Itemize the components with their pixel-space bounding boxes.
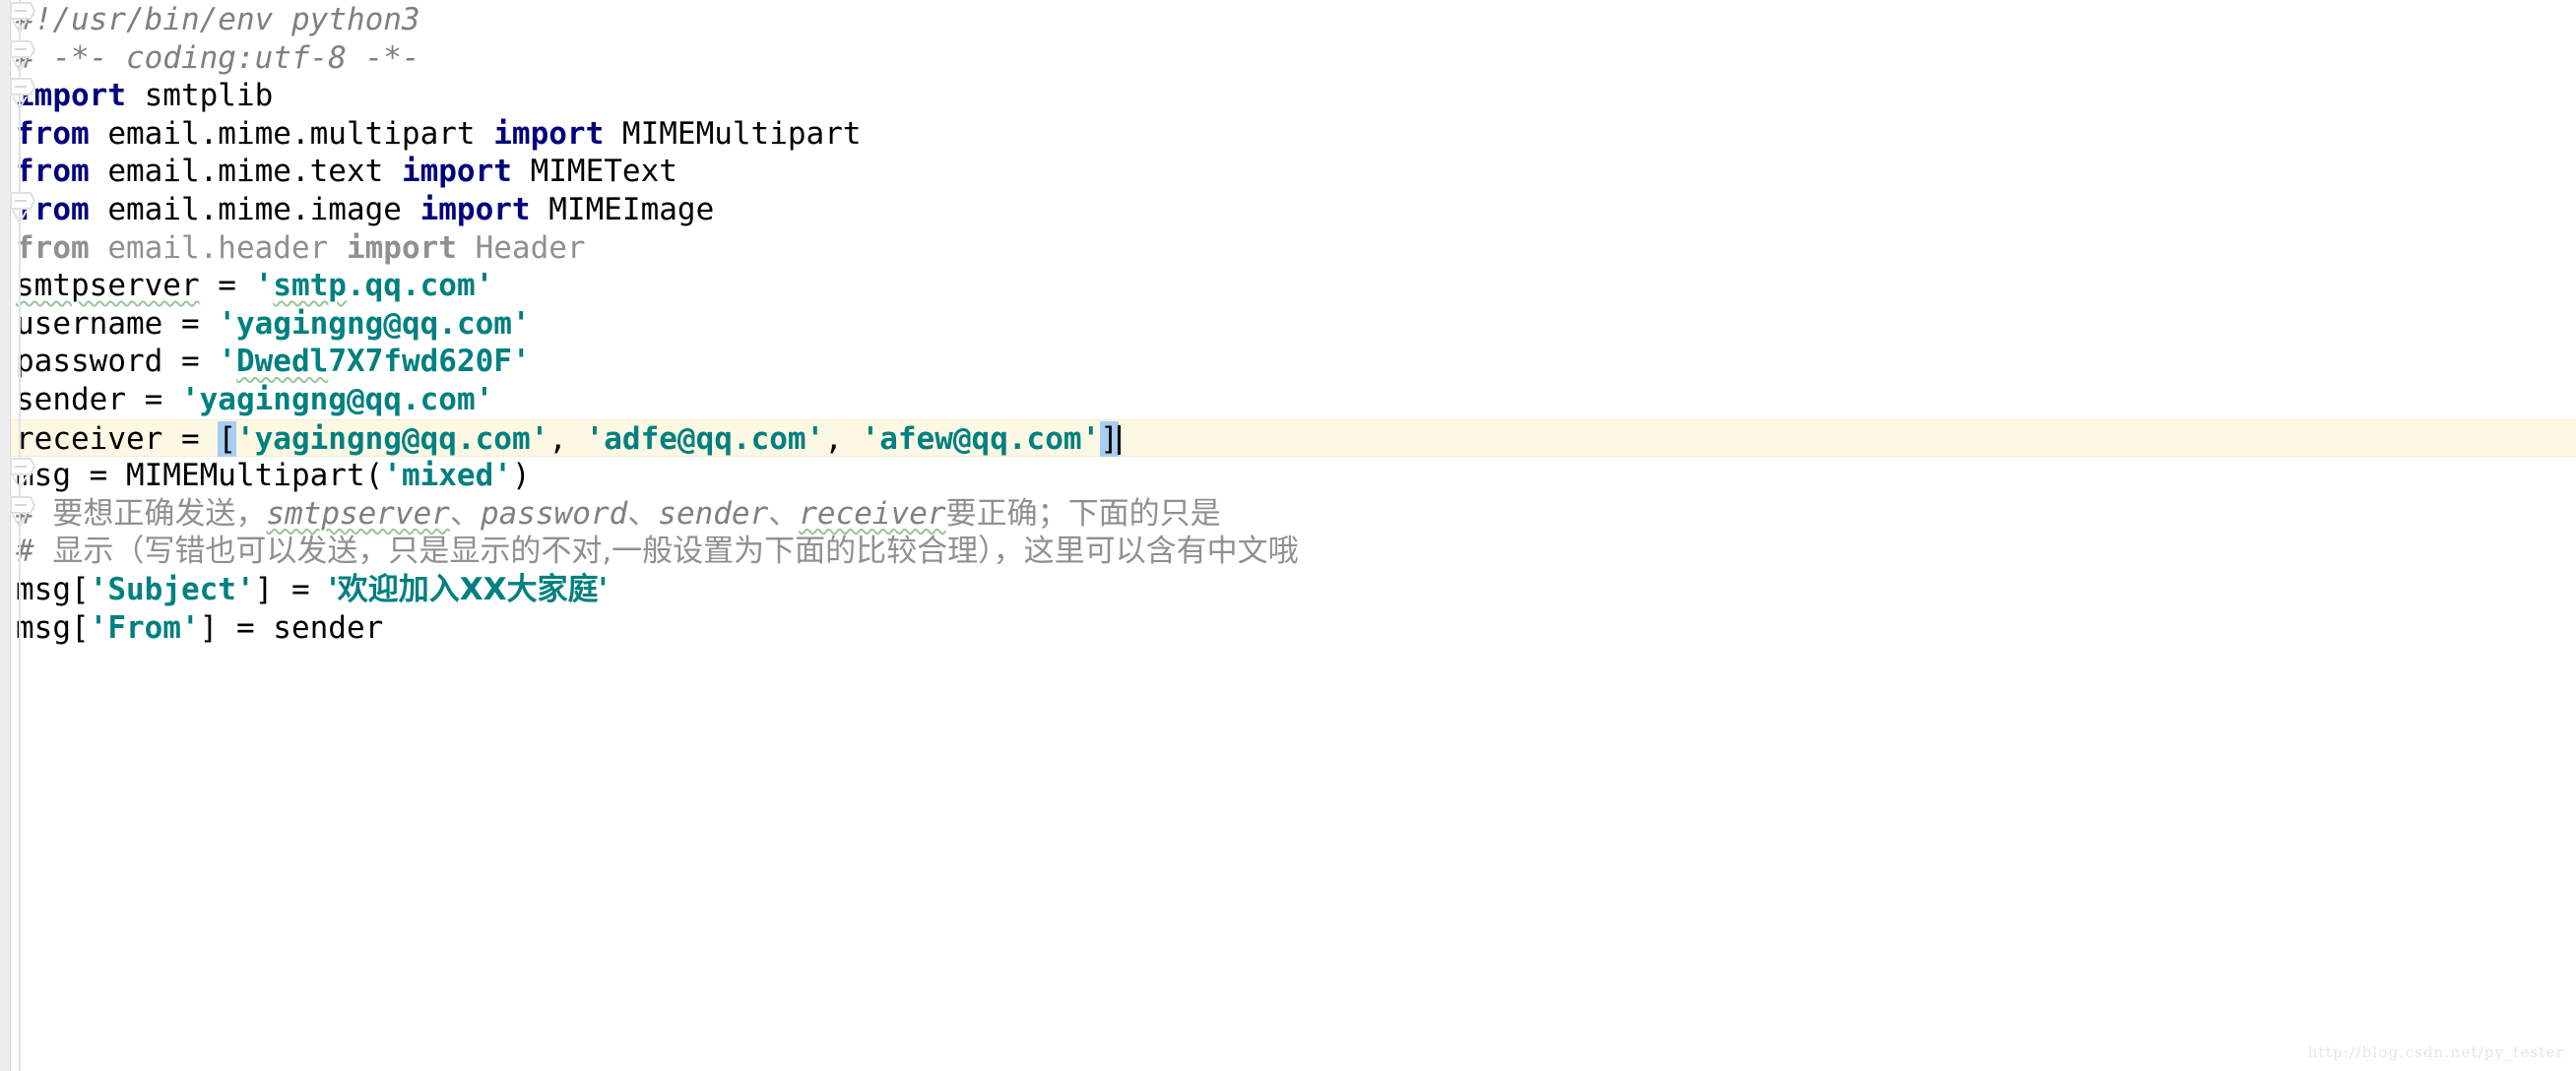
- code-token: password: [480, 495, 628, 532]
- bracket-match-highlight: [: [218, 420, 236, 457]
- code-token: receiver: [799, 495, 946, 532]
- code-token: 7X7fwd620F': [328, 344, 531, 380]
- code-token: 、: [627, 495, 659, 532]
- editor-gutter[interactable]: [0, 0, 11, 1071]
- code-token: 'From': [89, 609, 200, 646]
- code-token: #!/usr/bin/env python3: [16, 2, 420, 37]
- code-line[interactable]: from email.mime.multipart import MIMEMul…: [11, 115, 2576, 154]
- fold-marker-expanded[interactable]: [10, 455, 35, 492]
- code-token: msg = MIMEMultipart(: [16, 458, 384, 494]
- code-token: email.mime.text: [89, 154, 402, 190]
- code-token: from: [16, 154, 90, 190]
- code-token: sender: [658, 495, 769, 532]
- text-caret: [1117, 424, 1121, 455]
- fold-marker-expanded[interactable]: [10, 493, 35, 531]
- code-token: ': [218, 344, 236, 380]
- code-line[interactable]: msg['From'] = sender: [11, 609, 2576, 648]
- code-token: import: [493, 115, 605, 152]
- code-token: 要正确；下面的只是: [945, 495, 1221, 532]
- fold-marker-expanded[interactable]: [10, 189, 35, 226]
- code-token: 'mixed': [383, 458, 512, 494]
- code-token: smtpserver: [266, 495, 450, 532]
- code-line[interactable]: username = 'yagingng@qq.com': [11, 305, 2576, 344]
- code-token: 、: [768, 495, 800, 532]
- code-token: #: [16, 534, 53, 570]
- code-token: receiver =: [16, 420, 219, 457]
- fold-marker-expanded[interactable]: [10, 75, 35, 112]
- code-token: 要想正确发送，: [52, 495, 267, 532]
- code-line-current[interactable]: receiver = ['yagingng@qq.com', 'adfe@qq.…: [11, 418, 2576, 458]
- code-token: msg[: [16, 571, 90, 607]
- code-token: ): [511, 458, 531, 494]
- code-token: '欢迎加入XX大家庭': [328, 571, 609, 607]
- code-token: smtpserver: [16, 268, 200, 304]
- code-token: email.mime.image: [89, 191, 420, 227]
- code-line[interactable]: sender = 'yagingng@qq.com': [11, 381, 2576, 419]
- code-token: 显示（写错也可以发送，只是显示的不对,一般设置为下面的比较合理），这里可以含有中…: [52, 534, 1299, 570]
- code-token: sender =: [16, 381, 181, 417]
- code-line[interactable]: from email.mime.image import MIMEImage: [11, 191, 2576, 229]
- code-token: from: [16, 229, 90, 266]
- code-token: 'yagingng@qq.com': [218, 305, 531, 342]
- code-token: MIMEMultipart: [604, 115, 862, 152]
- code-token: ] = sender: [199, 609, 384, 646]
- code-token: 'adfe@qq.com': [585, 420, 825, 457]
- code-line[interactable]: password = 'Dwedl7X7fwd620F': [11, 343, 2576, 381]
- code-line[interactable]: from email.header import Header: [11, 229, 2576, 268]
- code-token: ,: [824, 420, 862, 457]
- code-token: Header: [456, 229, 586, 266]
- code-surface[interactable]: #!/usr/bin/env python3 # -*- coding:utf-8…: [11, 0, 2576, 1071]
- code-line[interactable]: msg = MIMEMultipart('mixed'): [11, 457, 2576, 495]
- code-line[interactable]: #!/usr/bin/env python3: [11, 1, 2576, 39]
- code-token: MIMEImage: [530, 191, 715, 227]
- code-token: import: [346, 229, 457, 266]
- code-line[interactable]: msg['Subject'] = '欢迎加入XX大家庭': [11, 571, 2576, 609]
- code-token: import: [419, 191, 531, 227]
- code-token: email.header: [89, 229, 347, 266]
- code-token: ] =: [254, 571, 329, 607]
- code-token: 'Subject': [89, 571, 255, 607]
- code-token: .qq.com': [346, 268, 494, 304]
- code-token: password =: [16, 344, 219, 380]
- fold-marker-expanded[interactable]: [10, 37, 35, 75]
- code-token: =: [199, 268, 255, 304]
- code-token: MIMEText: [511, 154, 677, 190]
- code-token: 'yagingng@qq.com': [235, 420, 549, 457]
- bracket-match-highlight: ]: [1100, 420, 1119, 457]
- code-token: email.mime.multipart: [89, 115, 494, 152]
- code-line[interactable]: # -*- coding:utf-8 -*-: [11, 39, 2576, 78]
- fold-marker-expanded[interactable]: [10, 0, 35, 36]
- watermark-url: http://blog.csdn.net/py_tester: [2307, 1043, 2564, 1061]
- code-token: # -*- coding:utf-8 -*-: [16, 39, 420, 76]
- code-line[interactable]: # 显示（写错也可以发送，只是显示的不对,一般设置为下面的比较合理），这里可以含…: [11, 533, 2576, 571]
- code-line[interactable]: import smtplib: [11, 77, 2576, 115]
- code-line[interactable]: # 要想正确发送，smtpserver、password、sender、rece…: [11, 495, 2576, 534]
- code-token: ': [254, 268, 274, 304]
- code-token: 'afew@qq.com': [861, 420, 1101, 457]
- code-line[interactable]: from email.mime.text import MIMEText: [11, 153, 2576, 191]
- code-token: Dwedl: [235, 344, 329, 380]
- code-editor[interactable]: #!/usr/bin/env python3 # -*- coding:utf-8…: [0, 0, 2576, 1071]
- code-token: smtplib: [125, 78, 274, 114]
- code-token: 'yagingng@qq.com': [180, 381, 494, 417]
- code-token: msg[: [16, 609, 90, 646]
- code-token: import: [401, 154, 512, 190]
- code-token: ,: [548, 420, 586, 457]
- code-line[interactable]: smtpserver = 'smtp.qq.com': [11, 267, 2576, 305]
- code-token: 、: [449, 495, 481, 532]
- code-token: username =: [16, 305, 219, 342]
- code-lines[interactable]: #!/usr/bin/env python3 # -*- coding:utf-8…: [11, 0, 2576, 647]
- code-token: from: [16, 115, 90, 152]
- code-token: smtp: [273, 268, 347, 304]
